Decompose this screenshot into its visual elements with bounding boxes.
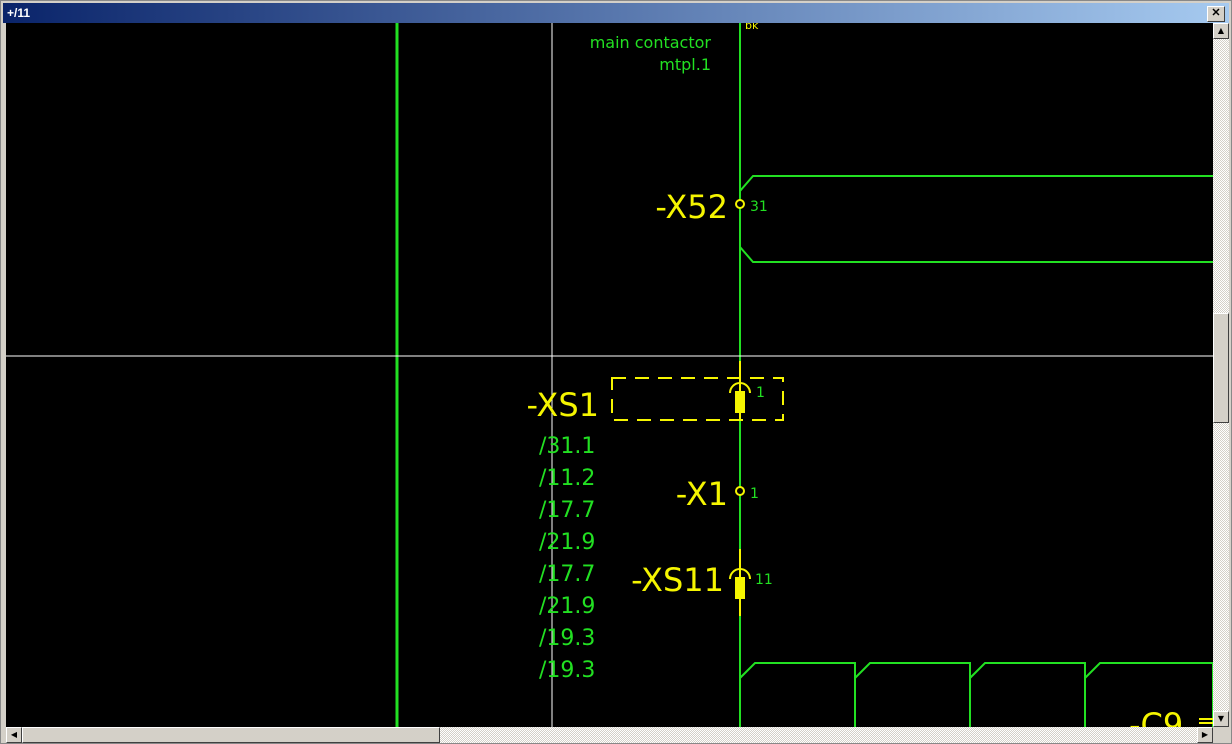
socket-xs11-tag: -XS11 bbox=[631, 561, 724, 599]
wire-bus-bottom bbox=[739, 662, 856, 727]
terminal-x1-pin: 1 bbox=[750, 486, 759, 502]
device-note-line2: mtpl.1 bbox=[659, 55, 711, 74]
cross-reference[interactable]: /19.3 bbox=[539, 658, 595, 683]
scroll-down-button[interactable]: ▼ bbox=[1213, 711, 1229, 727]
vertical-scrollbar[interactable]: ▲ ▼ bbox=[1213, 23, 1229, 727]
close-button[interactable]: ✕ bbox=[1207, 6, 1225, 22]
cross-reference[interactable]: /21.9 bbox=[539, 594, 595, 619]
cross-reference-list: /31.1 /11.2 /17.7 /21.9 /17.7 /21.9 /19.… bbox=[539, 434, 595, 683]
socket-body bbox=[735, 391, 745, 413]
wire-branch-lower bbox=[739, 246, 1213, 263]
terminal-x52[interactable]: -X52 31 bbox=[655, 188, 767, 226]
scroll-right-button[interactable]: ▶ bbox=[1197, 727, 1213, 743]
cross-reference[interactable]: /31.1 bbox=[539, 434, 595, 459]
window-title: +/11 bbox=[7, 6, 31, 20]
socket-body bbox=[735, 577, 745, 599]
title-bar[interactable]: +/11 ✕ bbox=[3, 3, 1229, 23]
vertical-scroll-thumb[interactable] bbox=[1213, 313, 1229, 423]
device-note-line1: main contactor bbox=[590, 33, 712, 52]
capacitor-c9[interactable]: -C9 bbox=[1129, 706, 1213, 727]
socket-xs1[interactable]: -XS1 1 bbox=[526, 377, 784, 424]
socket-xs11-pin: 11 bbox=[755, 572, 773, 588]
terminal-icon bbox=[735, 199, 745, 209]
terminal-icon bbox=[735, 486, 745, 496]
wire-bus-seg2 bbox=[854, 662, 971, 727]
horizontal-scroll-thumb[interactable] bbox=[22, 727, 440, 743]
terminal-x52-pin: 31 bbox=[750, 199, 768, 215]
cross-reference[interactable]: /17.7 bbox=[539, 498, 595, 523]
terminal-x1[interactable]: -X1 1 bbox=[676, 475, 759, 513]
scroll-left-button[interactable]: ◀ bbox=[6, 727, 22, 743]
wire-branch-upper bbox=[739, 175, 1213, 192]
socket-xs11[interactable]: -XS11 11 bbox=[631, 561, 773, 599]
terminal-x52-tag: -X52 bbox=[655, 188, 728, 226]
scroll-up-button[interactable]: ▲ bbox=[1213, 23, 1229, 39]
capacitor-c9-tag: -C9 bbox=[1129, 706, 1183, 727]
schematic-canvas[interactable]: bk main contactor mtpl.1 -X52 31 -XS1 1 … bbox=[6, 23, 1213, 727]
cross-reference[interactable]: /17.7 bbox=[539, 562, 595, 587]
horizontal-scrollbar[interactable]: ◀ ▶ bbox=[6, 727, 1213, 743]
socket-xs1-pin: 1 bbox=[756, 385, 765, 401]
socket-xs1-tag: -XS1 bbox=[526, 386, 599, 424]
cross-reference[interactable]: /11.2 bbox=[539, 466, 595, 491]
cross-reference[interactable]: /19.3 bbox=[539, 626, 595, 651]
wire-bus-seg3 bbox=[969, 662, 1086, 727]
cross-reference[interactable]: /21.9 bbox=[539, 530, 595, 555]
terminal-x1-tag: -X1 bbox=[676, 475, 728, 513]
cut-label: bk bbox=[745, 23, 759, 32]
schematic-window: +/11 ✕ bk main contactor mtpl.1 -X52 31 … bbox=[0, 0, 1232, 744]
